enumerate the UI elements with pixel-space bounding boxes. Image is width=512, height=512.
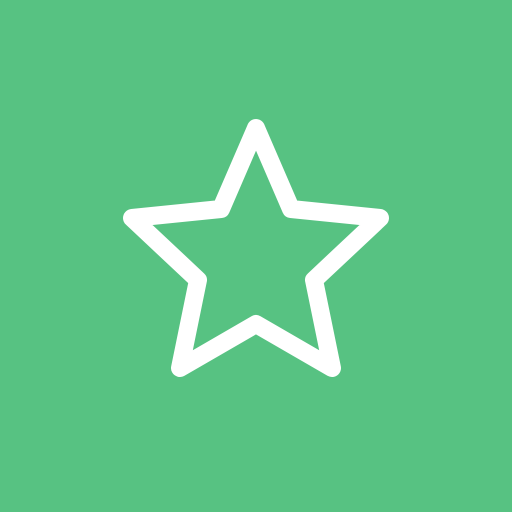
star-outline-icon (123, 119, 389, 377)
app-icon-tile (0, 0, 512, 512)
